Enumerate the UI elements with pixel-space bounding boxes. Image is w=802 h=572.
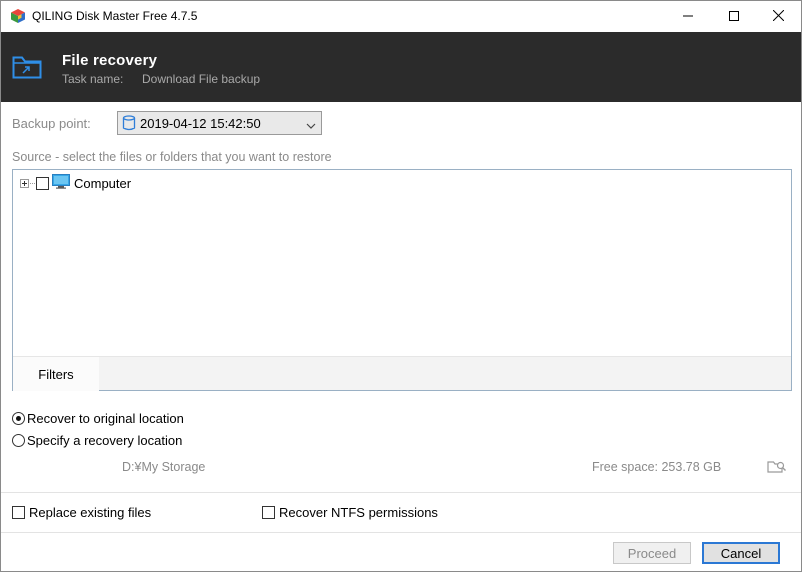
backup-point-dropdown[interactable]: 2019-04-12 15:42:50 [117, 111, 322, 135]
close-button[interactable] [755, 1, 801, 32]
recover-ntfs-checkbox[interactable] [262, 505, 275, 519]
recover-ntfs-label: Recover NTFS permissions [279, 504, 438, 520]
radio-specify-location[interactable]: Specify a recovery location [12, 432, 182, 448]
tree-item-label: Computer [74, 175, 132, 191]
expand-icon[interactable] [20, 178, 29, 188]
page-title: File recovery [62, 52, 158, 69]
task-name-label: Task name: [62, 72, 124, 86]
recovery-path: D:¥My Storage [122, 460, 206, 474]
app-window: QILING Disk Master Free 4.7.5 File recov… [0, 0, 802, 572]
tree-connector [30, 182, 35, 184]
title-bar[interactable]: QILING Disk Master Free 4.7.5 [1, 1, 801, 32]
app-logo-icon [10, 8, 26, 24]
cancel-button[interactable]: Cancel [702, 542, 780, 564]
filters-tab[interactable]: Filters [13, 357, 99, 391]
recover-ntfs-option[interactable]: Recover NTFS permissions [262, 504, 438, 520]
computer-checkbox[interactable] [36, 176, 49, 190]
replace-existing-option[interactable]: Replace existing files [12, 504, 151, 520]
task-name-value: Download File backup [142, 72, 261, 86]
minimize-icon [683, 9, 693, 24]
source-label: Source - select the files or folders tha… [12, 150, 332, 164]
radio-original-label: Recover to original location [27, 410, 184, 426]
backup-point-label: Backup point: [12, 116, 91, 131]
free-space-label: Free space: 253.78 GB [592, 460, 722, 474]
browse-folder-icon[interactable] [767, 458, 787, 477]
proceed-button[interactable]: Proceed [613, 542, 691, 564]
radio-button[interactable] [12, 433, 25, 447]
computer-icon [52, 174, 70, 192]
close-icon [772, 9, 784, 24]
divider [1, 492, 801, 493]
filters-bar: Filters [13, 356, 791, 391]
backup-point-value: 2019-04-12 15:42:50 [140, 116, 261, 131]
maximize-button[interactable] [711, 1, 757, 32]
window-title: QILING Disk Master Free 4.7.5 [32, 9, 198, 23]
divider [1, 532, 801, 533]
minimize-button[interactable] [665, 1, 711, 32]
replace-existing-checkbox[interactable] [12, 505, 25, 519]
chevron-down-icon [306, 118, 316, 133]
source-tree-panel: Computer Filters [12, 169, 792, 391]
maximize-icon [729, 9, 739, 24]
radio-original-location[interactable]: Recover to original location [12, 410, 184, 426]
replace-existing-label: Replace existing files [29, 504, 152, 520]
folder-recovery-icon [12, 54, 42, 80]
radio-specify-label: Specify a recovery location [27, 432, 183, 448]
page-header: File recovery Task name: Download File b… [1, 32, 801, 102]
database-icon [122, 115, 136, 134]
tree-item-computer[interactable]: Computer [20, 174, 131, 192]
radio-button-selected[interactable] [12, 411, 25, 425]
